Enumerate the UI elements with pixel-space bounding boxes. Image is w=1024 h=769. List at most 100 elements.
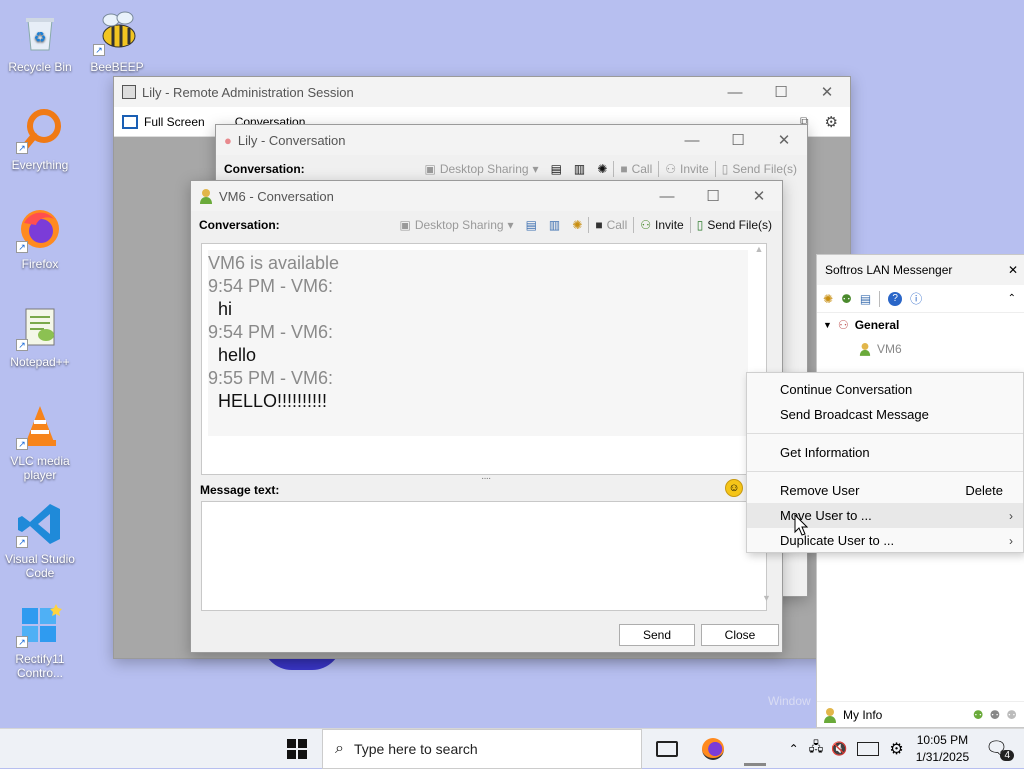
menu-duplicate-user[interactable]: Duplicate User to ... ›	[747, 528, 1023, 553]
rectify11-icon: ↗	[16, 600, 64, 648]
desktop-icon-label: VLC media player	[10, 454, 70, 482]
close-button[interactable]: ✕	[736, 181, 782, 211]
task-view-icon[interactable]	[656, 740, 678, 757]
call-button[interactable]: ■ Call	[614, 162, 658, 176]
clock-date: 1/31/2025	[915, 749, 970, 764]
desktop-sharing-button[interactable]: ▣ Desktop Sharing ▾	[418, 162, 544, 176]
minimize-button[interactable]: —	[644, 181, 690, 211]
desktop-icon-firefox[interactable]: ↗ Firefox	[0, 205, 80, 271]
desktop-icon-beebeep[interactable]: ↗ BeeBEEP	[77, 8, 157, 74]
desktop-icon-label: Everything	[11, 158, 69, 172]
vlc-cone-icon: ↗	[16, 402, 64, 450]
taskbar-search-box[interactable]: ⌕ Type here to search	[322, 728, 642, 769]
settings-icon[interactable]: ✺	[591, 162, 613, 176]
close-conversation-button[interactable]: Close	[701, 624, 779, 646]
status-away-icon[interactable]: ⚉	[989, 708, 1000, 722]
message-header: 9:55 PM - VM6:	[208, 368, 334, 388]
settings-gear-icon[interactable]: ⚙	[825, 113, 838, 131]
maximize-button[interactable]: ☐	[690, 181, 736, 211]
call-label: Call	[631, 162, 653, 176]
menu-continue-conversation[interactable]: Continue Conversation	[747, 377, 1023, 402]
conversation-log[interactable]: VM6 is available 9:54 PM - VM6: hi 9:54 PM …	[201, 243, 767, 475]
conversation-label: Conversation:	[199, 218, 280, 232]
group-general[interactable]: ▼ ⚇ General	[817, 313, 1024, 337]
history-icon[interactable]: ▤	[545, 162, 568, 176]
maximize-button[interactable]: ☐	[715, 125, 761, 155]
send-files-button[interactable]: ▯ Send File(s)	[691, 218, 782, 232]
full-screen-button[interactable]: Full Screen	[144, 115, 205, 129]
desktop-icon-rectify11[interactable]: ↗ Rectify11 Contro...	[0, 600, 80, 680]
maximize-button[interactable]: ☐	[758, 77, 804, 107]
help-icon[interactable]: ?	[888, 291, 903, 306]
keyboard-icon[interactable]	[857, 741, 880, 756]
invite-label: Invite	[680, 162, 709, 176]
splitter-handle[interactable]: ····	[481, 473, 491, 484]
user-vm6[interactable]: VM6	[817, 337, 1024, 361]
collapse-chevron-icon[interactable]: ⌃	[1008, 293, 1016, 304]
volume-muted-icon[interactable]: 🔇	[831, 741, 847, 757]
menu-item-label: Send Broadcast Message	[780, 407, 929, 422]
history-icon[interactable]: ▤	[520, 218, 543, 232]
emoji-icon[interactable]: ☺	[725, 479, 743, 497]
camera-icon: ■	[620, 162, 628, 176]
menu-remove-user[interactable]: Remove User Delete	[747, 478, 1023, 503]
scroll-up-arrow-icon[interactable]: ▲	[752, 244, 766, 254]
message-body: hi	[218, 299, 233, 319]
message-body: hello	[218, 345, 257, 365]
add-user-icon[interactable]: ⚉	[841, 292, 852, 306]
desktop-icon-label: Firefox	[21, 257, 59, 271]
remote-session-icon	[122, 85, 136, 99]
desktop-icon-notepad-plus[interactable]: ↗ Notepad++	[0, 303, 80, 369]
minimize-button[interactable]: —	[669, 125, 715, 155]
network-icon[interactable]: 🖧	[809, 738, 824, 760]
send-button[interactable]: Send	[619, 624, 695, 646]
desktop-icon-vlc[interactable]: ↗ VLC media player	[0, 402, 80, 482]
send-files-button[interactable]: ▯ Send File(s)	[716, 162, 807, 176]
messenger-titlebar: Softros LAN Messenger ✕	[817, 255, 1024, 285]
call-button[interactable]: ■ Call	[589, 218, 633, 232]
start-button[interactable]	[272, 729, 322, 769]
my-info-button[interactable]: My Info	[843, 708, 882, 722]
message-input[interactable]	[201, 501, 767, 611]
shortcut-arrow-icon: ↗	[16, 536, 28, 548]
clock[interactable]: 10:05 PM 1/31/2025	[916, 732, 969, 766]
file-icon: ▯	[696, 218, 704, 232]
desktop-sharing-button[interactable]: ▣ Desktop Sharing ▾	[393, 218, 519, 232]
status-online-icon[interactable]: ⚉	[973, 708, 984, 722]
show-hidden-icons-chevron-icon[interactable]: ⌃	[789, 742, 799, 756]
my-info-avatar-icon	[824, 707, 836, 723]
close-button[interactable]: ✕	[761, 125, 807, 155]
notification-badge: 4	[1000, 750, 1014, 761]
info-icon[interactable]: ⓘ	[910, 290, 922, 307]
taskbar: ⌕ Type here to search ⌃ 🖧 🔇 ⚙ 10:05 PM 1…	[0, 728, 1024, 769]
submenu-arrow-icon: ›	[1009, 533, 1013, 548]
status-offline-icon[interactable]: ⚉	[1006, 708, 1017, 722]
settings-icon[interactable]: ✺	[566, 218, 588, 232]
file-transfer-icon[interactable]: ▥	[543, 218, 566, 232]
expand-chevron-icon[interactable]: ▼	[823, 320, 832, 330]
minimize-button[interactable]: —	[712, 77, 758, 107]
menu-move-user[interactable]: Move User to ... ›	[747, 503, 1023, 528]
notification-center-button[interactable]: 🗨 4	[985, 738, 1014, 761]
settings-icon[interactable]: ✺	[823, 292, 833, 306]
scroll-down-arrow-icon[interactable]: ▼	[762, 593, 771, 603]
desktop-icon-everything[interactable]: ↗ Everything	[0, 106, 80, 172]
message-header: 9:54 PM - VM6:	[208, 322, 334, 342]
file-transfer-icon[interactable]: ▥	[568, 162, 591, 176]
monitor-icon: ▣	[399, 218, 411, 232]
shortcut-arrow-icon: ↗	[16, 241, 28, 253]
recycle-bin-icon: ♻	[16, 8, 64, 56]
invite-button[interactable]: ⚇ Invite	[659, 162, 714, 176]
close-button[interactable]: ✕	[1008, 263, 1018, 277]
lily-titlebar: ● Lily - Conversation — ☐ ✕	[216, 125, 807, 155]
close-button[interactable]: ✕	[804, 77, 850, 107]
menu-get-information[interactable]: Get Information	[747, 440, 1023, 465]
invite-button[interactable]: ⚇ Invite	[634, 218, 689, 232]
firefox-taskbar-icon[interactable]	[702, 737, 724, 760]
desktop-icon-vscode[interactable]: ↗ Visual Studio Code	[0, 500, 80, 580]
desktop-icon-recycle-bin[interactable]: ♻ Recycle Bin	[0, 8, 80, 74]
history-icon[interactable]: ▤	[860, 292, 871, 306]
vm6-toolbar: Conversation: ▣ Desktop Sharing ▾ ▤ ▥ ✺ ■…	[191, 211, 782, 239]
menu-send-broadcast[interactable]: Send Broadcast Message	[747, 402, 1023, 427]
settings-gear-icon[interactable]: ⚙	[889, 739, 903, 759]
